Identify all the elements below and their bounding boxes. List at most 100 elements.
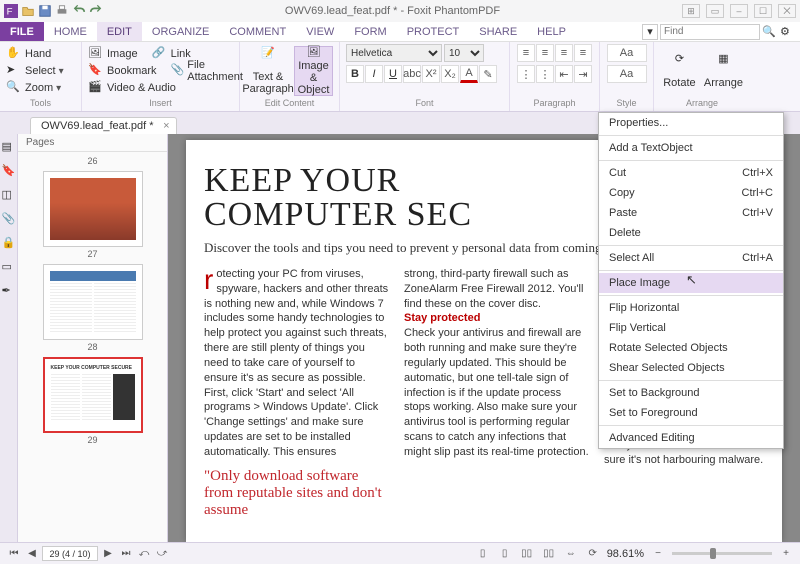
ctx-flip-h[interactable]: Flip Horizontal	[599, 298, 783, 318]
first-page-button[interactable]: ⏮	[6, 547, 22, 561]
ctx-set-fg[interactable]: Set to Foreground	[599, 403, 783, 423]
tab-form[interactable]: FORM	[344, 22, 396, 41]
settings-icon[interactable]: ⚙	[780, 25, 796, 38]
tab-help[interactable]: HELP	[527, 22, 576, 41]
font-color-button[interactable]: A	[460, 65, 478, 83]
redo-icon[interactable]	[89, 4, 103, 18]
nav-fwd-button[interactable]: ⤻	[154, 547, 170, 561]
align-justify-button[interactable]: ≡	[574, 44, 592, 62]
ctx-rotate[interactable]: Rotate Selected Objects	[599, 338, 783, 358]
close-icon[interactable]: ⨉	[778, 4, 796, 18]
zoom-in-button[interactable]: +	[778, 547, 794, 561]
ctx-cut[interactable]: CutCtrl+X	[599, 163, 783, 183]
tab-protect[interactable]: PROTECT	[397, 22, 470, 41]
zoom-slider[interactable]	[672, 552, 772, 555]
open-icon[interactable]	[21, 4, 35, 18]
font-name-select[interactable]: Helvetica	[346, 44, 442, 62]
search-icon[interactable]: 🔍	[762, 25, 778, 38]
signatures-panel-icon[interactable]: ✒	[2, 284, 16, 298]
align-left-button[interactable]: ≡	[517, 44, 535, 62]
font-size-select[interactable]: 10	[444, 44, 484, 62]
insert-link[interactable]: 🔗Link	[152, 46, 191, 62]
style2-button[interactable]: Aa	[607, 65, 647, 83]
ctx-properties[interactable]: Properties...	[599, 113, 783, 133]
tab-edit[interactable]: EDIT	[97, 22, 142, 41]
maximize-icon[interactable]: ☐	[754, 4, 772, 18]
undo-icon[interactable]	[72, 4, 86, 18]
select-label: Select	[25, 65, 56, 77]
close-tab-icon[interactable]: ×	[163, 120, 169, 132]
save-icon[interactable]	[38, 4, 52, 18]
align-right-button[interactable]: ≡	[555, 44, 573, 62]
tab-file[interactable]: FILE	[0, 22, 44, 41]
italic-button[interactable]: I	[365, 65, 383, 83]
pages-panel-icon[interactable]: ▤	[2, 140, 16, 154]
search-dropdown-icon[interactable]: ▾	[642, 24, 658, 40]
tab-organize[interactable]: ORGANIZE	[142, 22, 219, 41]
ctx-flip-v[interactable]: Flip Vertical	[599, 318, 783, 338]
underline-button[interactable]: U	[384, 65, 402, 83]
text-paragraph-button[interactable]: 📝Text & Paragraph	[246, 46, 290, 96]
ctx-paste[interactable]: PasteCtrl+V	[599, 203, 783, 223]
tab-comment[interactable]: COMMENT	[219, 22, 296, 41]
super-button[interactable]: X²	[422, 65, 440, 83]
tab-home[interactable]: HOME	[44, 22, 97, 41]
insert-file[interactable]: 📎File Attachment	[171, 63, 246, 79]
ctx-copy[interactable]: CopyCtrl+C	[599, 183, 783, 203]
insert-video[interactable]: 🎬Video & Audio	[88, 80, 176, 96]
bookmark-panel-icon[interactable]: 🔖	[2, 164, 16, 178]
thumb-27[interactable]	[43, 171, 143, 247]
attachments-panel-icon[interactable]: 📎	[2, 212, 16, 226]
fit-width-button[interactable]: ⇔	[563, 547, 579, 561]
rotate-view-button[interactable]: ⟳	[585, 547, 601, 561]
ctx-select-all[interactable]: Select AllCtrl+A	[599, 248, 783, 268]
next-page-button[interactable]: ▶	[100, 547, 116, 561]
image-object-button[interactable]: 🖼Image & Object	[294, 46, 333, 96]
select-tool[interactable]: ➤Select ▾	[6, 63, 64, 79]
security-panel-icon[interactable]: 🔒	[2, 236, 16, 250]
tab-share[interactable]: SHARE	[469, 22, 527, 41]
style1-button[interactable]: Aa	[607, 44, 647, 62]
sub-button[interactable]: X₂	[441, 65, 459, 83]
strike-button[interactable]: abc	[403, 65, 421, 83]
thumb-29[interactable]: KEEP YOUR COMPUTER SECURE	[43, 357, 143, 433]
layers-panel-icon[interactable]: ◫	[2, 188, 16, 202]
fields-panel-icon[interactable]: ▭	[2, 260, 16, 274]
document-tab[interactable]: OWV69.lead_feat.pdf *×	[30, 117, 177, 134]
arrange-button[interactable]: ▦Arrange	[703, 46, 744, 96]
view-cont-facing-button[interactable]: ▯▯	[541, 547, 557, 561]
indent-inc-button[interactable]: ⇥	[574, 65, 592, 83]
prev-page-button[interactable]: ◀	[24, 547, 40, 561]
zoom-tool[interactable]: 🔍Zoom ▾	[6, 80, 61, 96]
print-icon[interactable]	[55, 4, 69, 18]
insert-image[interactable]: 🖼Image	[88, 46, 138, 62]
ctx-set-bg[interactable]: Set to Background	[599, 383, 783, 403]
zoom-knob[interactable]	[710, 548, 716, 559]
highlight-button[interactable]: ✎	[479, 65, 497, 83]
ctx-advanced[interactable]: Advanced Editing	[599, 428, 783, 448]
view-facing-button[interactable]: ▯▯	[519, 547, 535, 561]
hand-tool[interactable]: ✋Hand	[6, 46, 51, 62]
search-input[interactable]	[660, 24, 760, 40]
zoom-out-button[interactable]: −	[650, 547, 666, 561]
nav-back-button[interactable]: ⤺	[136, 547, 152, 561]
layout2-icon[interactable]: ▭	[706, 4, 724, 18]
indent-dec-button[interactable]: ⇤	[555, 65, 573, 83]
bold-button[interactable]: B	[346, 65, 364, 83]
page-number-field[interactable]	[42, 546, 98, 561]
last-page-button[interactable]: ⏭	[118, 547, 134, 561]
list-number-button[interactable]: ⋮	[536, 65, 554, 83]
thumb-28[interactable]	[43, 264, 143, 340]
list-bullet-button[interactable]: ⋮	[517, 65, 535, 83]
view-continuous-button[interactable]: ▯	[497, 547, 513, 561]
insert-bookmark[interactable]: 🔖Bookmark	[88, 63, 157, 79]
arrange-icon: ▦	[712, 53, 734, 75]
rotate-button[interactable]: ⟳Rotate	[660, 46, 699, 96]
tab-view[interactable]: VIEW	[296, 22, 344, 41]
layout1-icon[interactable]: ⊞	[682, 4, 700, 18]
align-center-button[interactable]: ≡	[536, 44, 554, 62]
view-single-button[interactable]: ▯	[475, 547, 491, 561]
ctx-delete[interactable]: Delete	[599, 223, 783, 243]
minimize-icon[interactable]: ‒	[730, 4, 748, 18]
ctx-shear[interactable]: Shear Selected Objects	[599, 358, 783, 378]
